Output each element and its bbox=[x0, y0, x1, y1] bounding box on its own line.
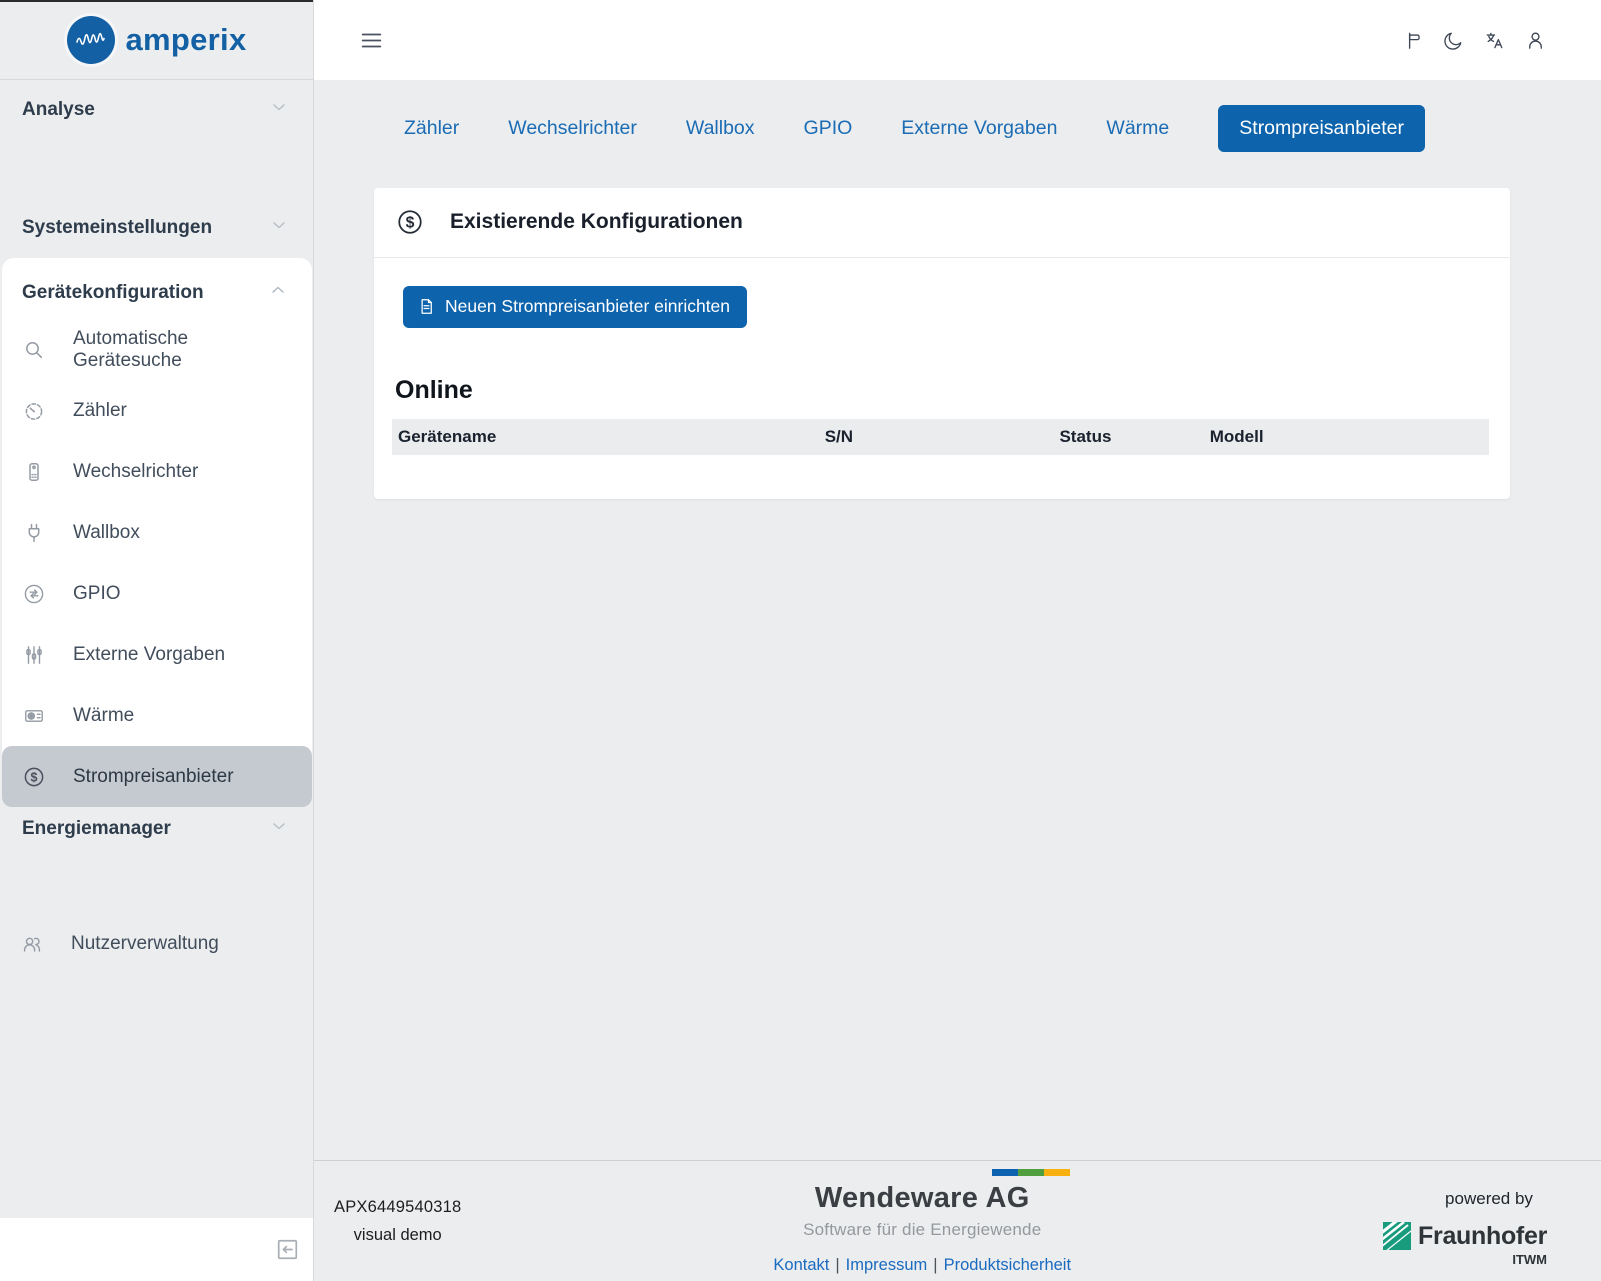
search-icon bbox=[22, 338, 46, 362]
inverter-icon bbox=[22, 460, 46, 484]
amperix-logo-icon bbox=[67, 16, 115, 64]
heat-icon bbox=[22, 704, 46, 728]
device-id: APX6449540318 bbox=[334, 1198, 461, 1217]
tab-strompreisanbieter[interactable]: Strompreisanbieter bbox=[1218, 105, 1425, 152]
tab-externe-vorgaben[interactable]: Externe Vorgaben bbox=[901, 117, 1057, 140]
sidebar-item-externe-vorgaben[interactable]: Externe Vorgaben bbox=[2, 624, 312, 685]
demo-mode-label: visual demo bbox=[334, 1226, 461, 1245]
brand-logo: amperix bbox=[0, 0, 313, 80]
sidebar-item-wechselrichter[interactable]: Wechselrichter bbox=[2, 441, 312, 502]
sidebar-section-systemeinstellungen[interactable]: Systemeinstellungen bbox=[0, 216, 313, 240]
sidebar-item-waerme[interactable]: Wärme bbox=[2, 685, 312, 746]
topbar-actions bbox=[1401, 29, 1547, 52]
sidebar-spacer bbox=[0, 969, 313, 1218]
sliders-icon bbox=[22, 643, 46, 667]
column-header-status: Status bbox=[1053, 427, 1203, 447]
sidebar-card-geraetekonfiguration: Gerätekonfiguration Automatische Gerätes… bbox=[2, 258, 312, 807]
plug-icon bbox=[22, 521, 46, 545]
tab-waerme[interactable]: Wärme bbox=[1106, 117, 1169, 140]
tab-wechselrichter[interactable]: Wechselrichter bbox=[508, 117, 637, 140]
link-impressum[interactable]: Impressum bbox=[846, 1256, 928, 1274]
translate-icon[interactable] bbox=[1483, 29, 1506, 52]
svg-text:$: $ bbox=[31, 770, 38, 784]
chevron-down-icon bbox=[269, 215, 289, 241]
tab-wallbox[interactable]: Wallbox bbox=[686, 117, 755, 140]
sidebar-section-energiemanager[interactable]: Energiemanager bbox=[0, 817, 313, 841]
column-header-geraetename: Gerätename bbox=[392, 427, 819, 447]
sidebar-item-nutzerverwaltung[interactable]: Nutzerverwaltung bbox=[0, 919, 313, 969]
panel-body: Neuen Strompreisanbieter einrichten Onli… bbox=[374, 258, 1510, 499]
content: Zähler Wechselrichter Wallbox GPIO Exter… bbox=[314, 80, 1601, 1160]
tab-gpio[interactable]: GPIO bbox=[804, 117, 853, 140]
svg-text:$: $ bbox=[406, 214, 415, 231]
tab-zaehler[interactable]: Zähler bbox=[404, 117, 459, 140]
tab-bar: Zähler Wechselrichter Wallbox GPIO Exter… bbox=[404, 105, 1601, 152]
sidebar-item-strompreisanbieter[interactable]: $ Strompreisanbieter bbox=[2, 746, 312, 807]
meter-icon bbox=[22, 399, 46, 423]
sidebar: amperix Analyse Systemeinstellungen Gerä… bbox=[0, 0, 314, 1281]
chevron-down-icon bbox=[269, 97, 289, 123]
sidebar-item-automatische-geraetesuche[interactable]: Automatische Gerätesuche bbox=[2, 319, 312, 380]
collapse-sidebar-icon[interactable] bbox=[274, 1236, 301, 1263]
sidebar-section-analyse[interactable]: Analyse bbox=[0, 98, 313, 122]
partner-name: Fraunhofer bbox=[1418, 1222, 1547, 1251]
partner-unit: ITWM bbox=[1512, 1252, 1547, 1267]
sidebar-item-zaehler[interactable]: Zähler bbox=[2, 380, 312, 441]
chevron-up-icon bbox=[268, 280, 288, 306]
sidebar-footer bbox=[0, 1218, 313, 1281]
file-icon bbox=[417, 297, 436, 316]
sidebar-item-gpio[interactable]: GPIO bbox=[2, 563, 312, 624]
fraunhofer-block: powered by Fraunhofer ITWM bbox=[1383, 1189, 1547, 1267]
new-provider-button[interactable]: Neuen Strompreisanbieter einrichten bbox=[403, 286, 747, 328]
sidebar-item-wallbox[interactable]: Wallbox bbox=[2, 502, 312, 563]
sidebar-section-geraetekonfiguration[interactable]: Gerätekonfiguration bbox=[2, 258, 312, 319]
panel-header: $ Existierende Konfigurationen bbox=[374, 188, 1510, 258]
user-icon[interactable] bbox=[1524, 29, 1547, 52]
online-heading: Online bbox=[395, 376, 1489, 405]
signpost-icon[interactable] bbox=[1401, 29, 1424, 52]
dollar-icon: $ bbox=[22, 765, 46, 789]
powered-by-label: powered by bbox=[1445, 1189, 1547, 1209]
wendeware-logo-bar bbox=[992, 1169, 1070, 1176]
footer-links: Kontakt|Impressum|Produktsicherheit bbox=[773, 1256, 1071, 1275]
brand-name: amperix bbox=[126, 22, 247, 58]
configurations-panel: $ Existierende Konfigurationen Neuen Str… bbox=[374, 188, 1510, 499]
footer: APX6449540318 visual demo Wendeware AG S… bbox=[314, 1160, 1601, 1281]
column-header-modell: Modell bbox=[1204, 427, 1489, 447]
device-info: APX6449540318 visual demo bbox=[334, 1198, 461, 1245]
column-header-sn: S/N bbox=[819, 427, 1054, 447]
link-kontakt[interactable]: Kontakt bbox=[773, 1256, 829, 1274]
panel-title: Existierende Konfigurationen bbox=[450, 210, 743, 234]
chevron-down-icon bbox=[269, 816, 289, 842]
users-icon bbox=[20, 932, 44, 956]
link-produktsicherheit[interactable]: Produktsicherheit bbox=[944, 1256, 1071, 1274]
topbar bbox=[314, 0, 1601, 80]
moon-icon[interactable] bbox=[1442, 29, 1465, 52]
main-area: Zähler Wechselrichter Wallbox GPIO Exter… bbox=[314, 0, 1601, 1281]
swap-icon bbox=[22, 582, 46, 606]
hamburger-menu-icon[interactable] bbox=[359, 28, 384, 53]
company-tagline: Software für die Energiewende bbox=[803, 1220, 1041, 1240]
fraunhofer-logo-icon bbox=[1383, 1222, 1411, 1250]
table-header-row: Gerätename S/N Status Modell bbox=[392, 419, 1489, 455]
dollar-icon: $ bbox=[396, 208, 424, 236]
company-name: Wendeware AG bbox=[815, 1182, 1030, 1215]
wendeware-block: Wendeware AG Software für die Energiewen… bbox=[773, 1169, 1071, 1275]
